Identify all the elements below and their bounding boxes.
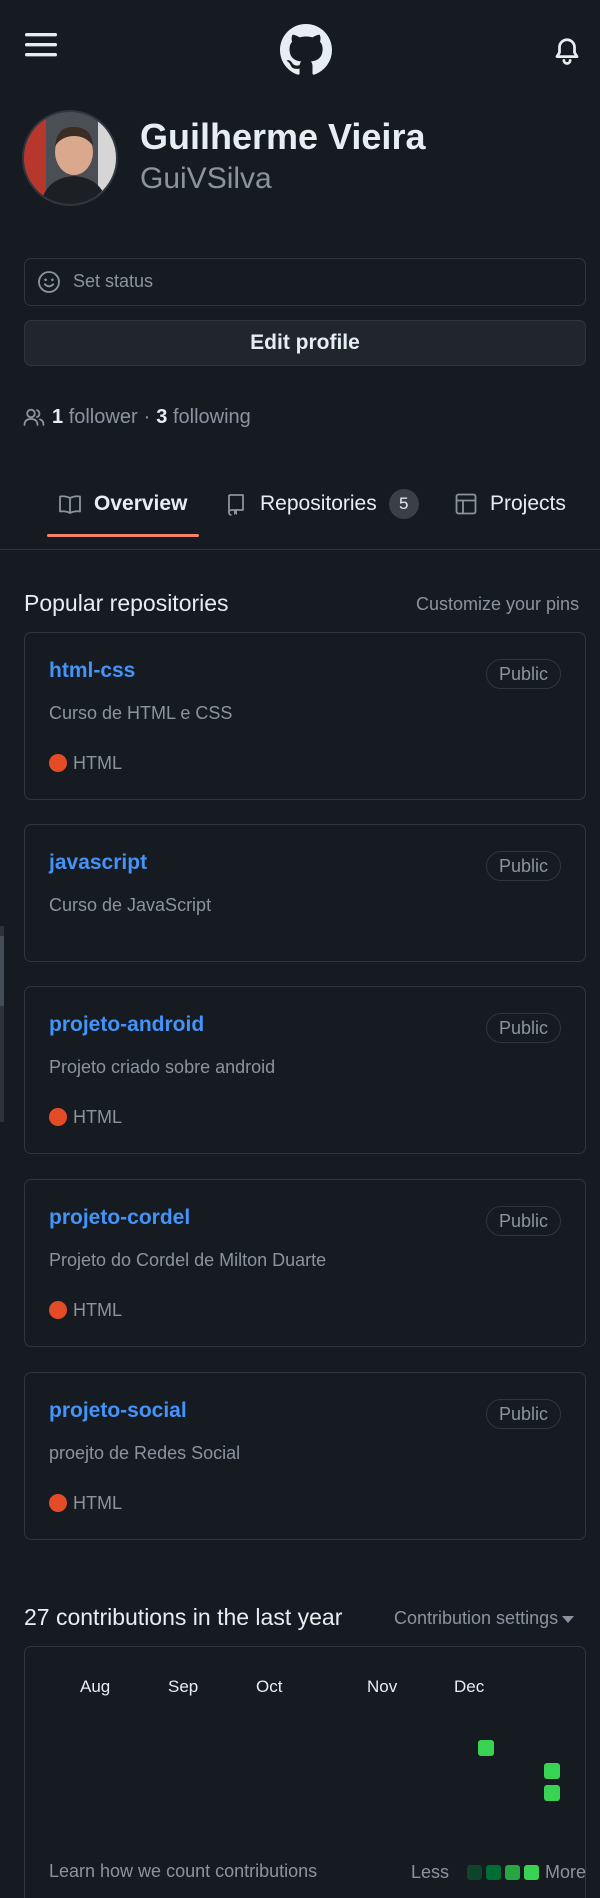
- popular-repositories-title: Popular repositories: [24, 590, 229, 616]
- bell-icon[interactable]: [552, 36, 582, 66]
- tab-overview[interactable]: Overview: [58, 486, 187, 522]
- month-label: Oct: [256, 1677, 283, 1696]
- repo-card: projeto-cordel Public Projeto do Cordel …: [24, 1179, 586, 1347]
- following-link[interactable]: 3 following: [156, 406, 251, 429]
- followers-label: follower: [68, 405, 138, 428]
- contribution-settings-label: Contribution settings: [394, 1608, 559, 1628]
- repo-description: Curso de JavaScript: [49, 895, 212, 915]
- profile-page: Guilherme Vieira GuiVSilva Set status Ed…: [0, 0, 600, 1898]
- repo-card: projeto-social Public proejto de Redes S…: [24, 1372, 586, 1540]
- legend-less-label: Less: [411, 1861, 450, 1882]
- tab-projects-label: Projects: [490, 492, 566, 515]
- month-label: Nov: [367, 1677, 398, 1696]
- repo-icon: [228, 494, 244, 516]
- repo-description: Curso de HTML e CSS: [49, 703, 233, 723]
- profile-tabs: Overview Repositories 5 Projects: [0, 470, 600, 550]
- hamburger-menu-icon[interactable]: [24, 28, 58, 62]
- tab-repositories[interactable]: Repositories 5: [224, 486, 419, 522]
- repo-name-link[interactable]: javascript: [49, 851, 147, 875]
- tab-projects[interactable]: Projects: [454, 486, 566, 522]
- visibility-badge: Public: [485, 1399, 561, 1429]
- repo-description: proejto de Redes Social: [49, 1443, 241, 1463]
- visibility-badge: Public: [485, 1206, 561, 1236]
- legend-level-4: [524, 1864, 540, 1880]
- contributions-title: 27 contributions in the last year: [24, 1604, 343, 1630]
- repo-language: HTML: [49, 1105, 122, 1129]
- language-color-dot: [49, 1301, 67, 1319]
- selected-tab-indicator: [47, 534, 199, 537]
- repositories-counter: 5: [388, 489, 419, 519]
- repo-language-label: HTML: [73, 752, 122, 773]
- legend-level-2: [486, 1864, 502, 1880]
- repo-language: HTML: [49, 1491, 122, 1515]
- smiley-icon: [38, 271, 60, 293]
- language-color-dot: [49, 1108, 67, 1126]
- repo-language: HTML: [49, 1298, 122, 1322]
- chevron-down-icon: [562, 1615, 575, 1623]
- contribution-settings-button[interactable]: Contribution settings: [394, 1608, 575, 1629]
- follow-separator: ·: [143, 405, 151, 428]
- tab-overview-label: Overview: [94, 492, 188, 515]
- repo-language-label: HTML: [73, 1299, 122, 1320]
- avatar[interactable]: [22, 110, 118, 206]
- profile-name: Guilherme Vieira: [140, 116, 426, 157]
- legend-level-3: [505, 1864, 521, 1880]
- contribution-day[interactable]: [544, 1763, 560, 1779]
- visibility-badge: Public: [485, 851, 561, 881]
- repo-description: Projeto do Cordel de Milton Duarte: [49, 1250, 327, 1270]
- contribution-day[interactable]: [478, 1740, 494, 1756]
- github-logo-icon[interactable]: [280, 24, 332, 76]
- followers-count: 1: [52, 405, 64, 428]
- repo-language: HTML: [49, 751, 122, 775]
- top-bar: [0, 0, 600, 96]
- set-status-label: Set status: [73, 271, 154, 291]
- repo-name-link[interactable]: projeto-cordel: [49, 1206, 190, 1230]
- following-label: following: [172, 405, 251, 428]
- repo-name-link[interactable]: html-css: [49, 659, 135, 683]
- tab-repositories-label: Repositories: [260, 492, 377, 515]
- repo-language-label: HTML: [73, 1106, 122, 1127]
- contribution-legend: Less More: [411, 1861, 586, 1883]
- repo-card: html-css Public Curso de HTML e CSS HTML: [24, 632, 586, 800]
- repo-language-label: HTML: [73, 1492, 122, 1513]
- repo-card: projeto-android Public Projeto criado so…: [24, 986, 586, 1154]
- repo-card: javascript Public Curso de JavaScript: [24, 824, 586, 962]
- contribution-graph: Aug Sep Oct Nov Dec Learn how we count c…: [24, 1646, 586, 1898]
- contribution-day[interactable]: [544, 1785, 560, 1801]
- visibility-badge: Public: [485, 659, 561, 689]
- language-color-dot: [49, 754, 67, 772]
- book-icon: [59, 495, 81, 514]
- legend-more-label: More: [545, 1861, 587, 1882]
- following-count: 3: [156, 405, 168, 428]
- profile-username: GuiVSilva: [140, 162, 272, 195]
- visibility-badge: Public: [485, 1013, 561, 1043]
- follow-counts: 1 follower · 3 following: [22, 404, 251, 430]
- language-color-dot: [49, 1494, 67, 1512]
- set-status-button[interactable]: Set status: [24, 258, 586, 306]
- customize-pins-link[interactable]: Customize your pins: [416, 594, 579, 615]
- repo-description: Projeto criado sobre android: [49, 1057, 276, 1077]
- month-label: Sep: [168, 1677, 199, 1696]
- legend-level-1: [467, 1864, 483, 1880]
- scroll-edge-thumb: [0, 936, 4, 1006]
- repo-name-link[interactable]: projeto-social: [49, 1399, 187, 1423]
- edit-profile-button[interactable]: Edit profile: [24, 320, 586, 366]
- followers-link[interactable]: 1 follower: [52, 406, 138, 429]
- learn-contributions-link[interactable]: Learn how we count contributions: [49, 1861, 317, 1882]
- repo-name-link[interactable]: projeto-android: [49, 1013, 204, 1037]
- table-icon: [455, 493, 477, 515]
- avatar-photo: [24, 112, 116, 204]
- month-label: Dec: [454, 1677, 485, 1696]
- people-icon: [23, 408, 45, 426]
- month-label: Aug: [80, 1677, 111, 1696]
